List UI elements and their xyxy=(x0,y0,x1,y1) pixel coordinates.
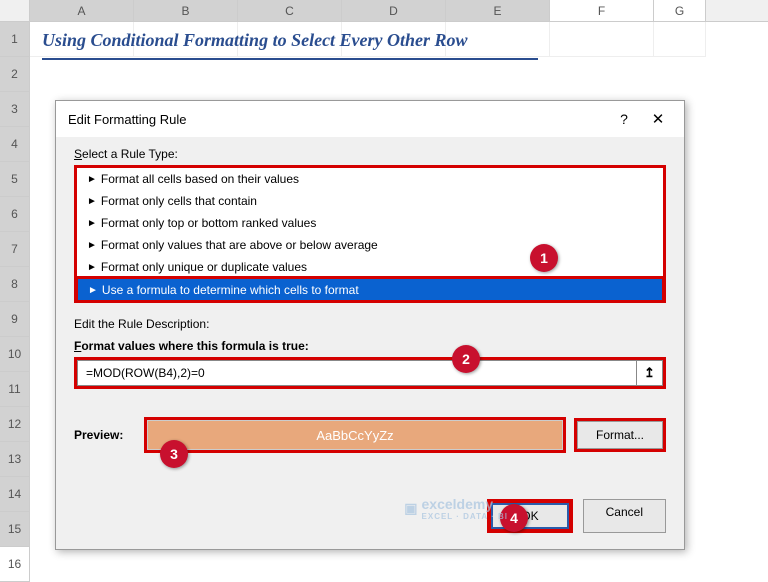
pen-icon: ► xyxy=(87,174,97,185)
formula-label: Format values where this formula is true… xyxy=(74,339,666,353)
preview-text: AaBbCcYyZz xyxy=(147,420,563,450)
callout-3: 3 xyxy=(160,440,188,468)
callout-1: 1 xyxy=(530,244,558,272)
row-header[interactable]: 2 xyxy=(0,57,30,92)
row-header[interactable]: 10 xyxy=(0,337,30,372)
format-button[interactable]: Format... xyxy=(577,421,663,449)
row-header[interactable]: 6 xyxy=(0,197,30,232)
pen-icon: ► xyxy=(87,218,97,229)
cancel-button[interactable]: Cancel xyxy=(583,499,666,533)
row-header[interactable]: 4 xyxy=(0,127,30,162)
pen-icon: ► xyxy=(88,285,98,296)
column-headers: A B C D E F G xyxy=(0,0,768,22)
pen-icon: ► xyxy=(87,240,97,251)
rule-type-item[interactable]: ►Format only top or bottom ranked values xyxy=(77,212,663,234)
row-header[interactable]: 5 xyxy=(0,162,30,197)
row-header[interactable]: 9 xyxy=(0,302,30,337)
formula-input[interactable] xyxy=(77,360,637,386)
rule-type-item[interactable]: ►Format all cells based on their values xyxy=(77,168,663,190)
edit-formatting-rule-dialog: Edit Formatting Rule ? ✕ Select a Rule T… xyxy=(55,100,685,550)
watermark-icon: ▣ xyxy=(404,500,417,517)
rule-type-item[interactable]: ►Format only values that are above or be… xyxy=(77,234,663,256)
row-header[interactable]: 13 xyxy=(0,442,30,477)
row-header[interactable]: 7 xyxy=(0,232,30,267)
pen-icon: ► xyxy=(87,262,97,273)
col-header-f[interactable]: F xyxy=(550,0,654,21)
row-header[interactable]: 16 xyxy=(0,547,30,582)
title-underline xyxy=(42,58,538,60)
rule-type-list[interactable]: ►Format all cells based on their values … xyxy=(74,165,666,303)
row-header[interactable]: 12 xyxy=(0,407,30,442)
row-header[interactable]: 15 xyxy=(0,512,30,547)
help-icon[interactable]: ? xyxy=(614,111,634,127)
pen-icon: ► xyxy=(87,196,97,207)
callout-2: 2 xyxy=(452,345,480,373)
col-header-g[interactable]: G xyxy=(654,0,706,21)
rule-type-item[interactable]: ►Format only cells that contain xyxy=(77,190,663,212)
rule-type-item-selected[interactable]: ►Use a formula to determine which cells … xyxy=(75,276,665,303)
row-header[interactable]: 14 xyxy=(0,477,30,512)
format-button-wrapper: Format... xyxy=(574,418,666,452)
dialog-titlebar: Edit Formatting Rule ? ✕ xyxy=(56,101,684,137)
preview-label: Preview: xyxy=(74,428,136,442)
dialog-title: Edit Formatting Rule xyxy=(68,112,614,127)
col-header-b[interactable]: B xyxy=(134,0,238,21)
col-header-c[interactable]: C xyxy=(238,0,342,21)
rule-type-label: Select a Rule Type: xyxy=(74,147,666,161)
rule-description-label: Edit the Rule Description: xyxy=(74,317,666,331)
range-picker-icon[interactable]: ↥ xyxy=(637,360,663,386)
watermark: ▣ exceldemy EXCEL · DATA · BI xyxy=(404,496,508,521)
rule-type-item[interactable]: ►Format only unique or duplicate values xyxy=(77,256,663,278)
row-header[interactable]: 8 xyxy=(0,267,30,302)
row-header[interactable]: 3 xyxy=(0,92,30,127)
col-header-e[interactable]: E xyxy=(446,0,550,21)
sheet-title: Using Conditional Formatting to Select E… xyxy=(42,30,468,51)
close-icon[interactable]: ✕ xyxy=(644,110,672,128)
col-header-a[interactable]: A xyxy=(30,0,134,21)
col-header-d[interactable]: D xyxy=(342,0,446,21)
preview-box: AaBbCcYyZz xyxy=(144,417,566,453)
row-header[interactable]: 1 xyxy=(0,22,30,57)
row-header[interactable]: 11 xyxy=(0,372,30,407)
